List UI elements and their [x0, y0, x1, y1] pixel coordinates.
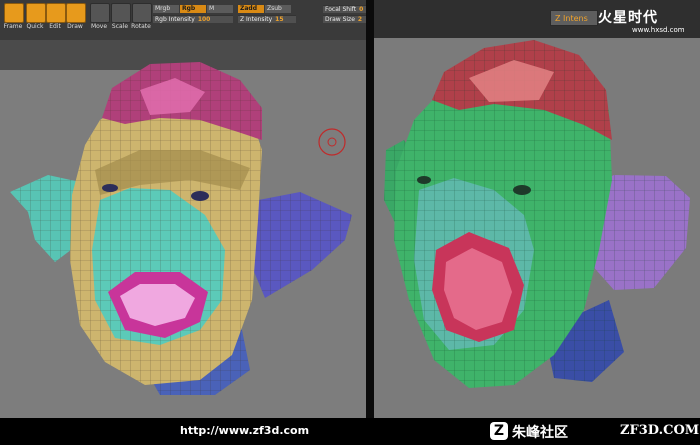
- left-viewport[interactable]: Frame Quick Edit Draw Move Scale Rotate …: [0, 0, 366, 418]
- zf3d-logo-icon: Z: [490, 422, 508, 440]
- left-eye: [417, 176, 431, 184]
- right-eye: [191, 191, 209, 201]
- right-monkey-head-model: [384, 40, 690, 388]
- right-eye: [513, 185, 531, 195]
- left-monkey-head-model: [10, 62, 352, 395]
- footer-brand-cn: 朱峰社区: [512, 425, 568, 441]
- right-viewport[interactable]: Z Intens 火星时代 www.hxsd.com: [374, 0, 700, 418]
- brush-cursor: [318, 128, 346, 156]
- left-eye: [102, 184, 118, 192]
- footer-brand-site: ZF3D.COM: [620, 423, 700, 438]
- footer-bar: http://www.zf3d.com Z 朱峰社区 ZF3D.COM: [0, 418, 700, 445]
- panel-divider: [366, 0, 374, 418]
- footer-url-link[interactable]: http://www.zf3d.com: [180, 424, 309, 437]
